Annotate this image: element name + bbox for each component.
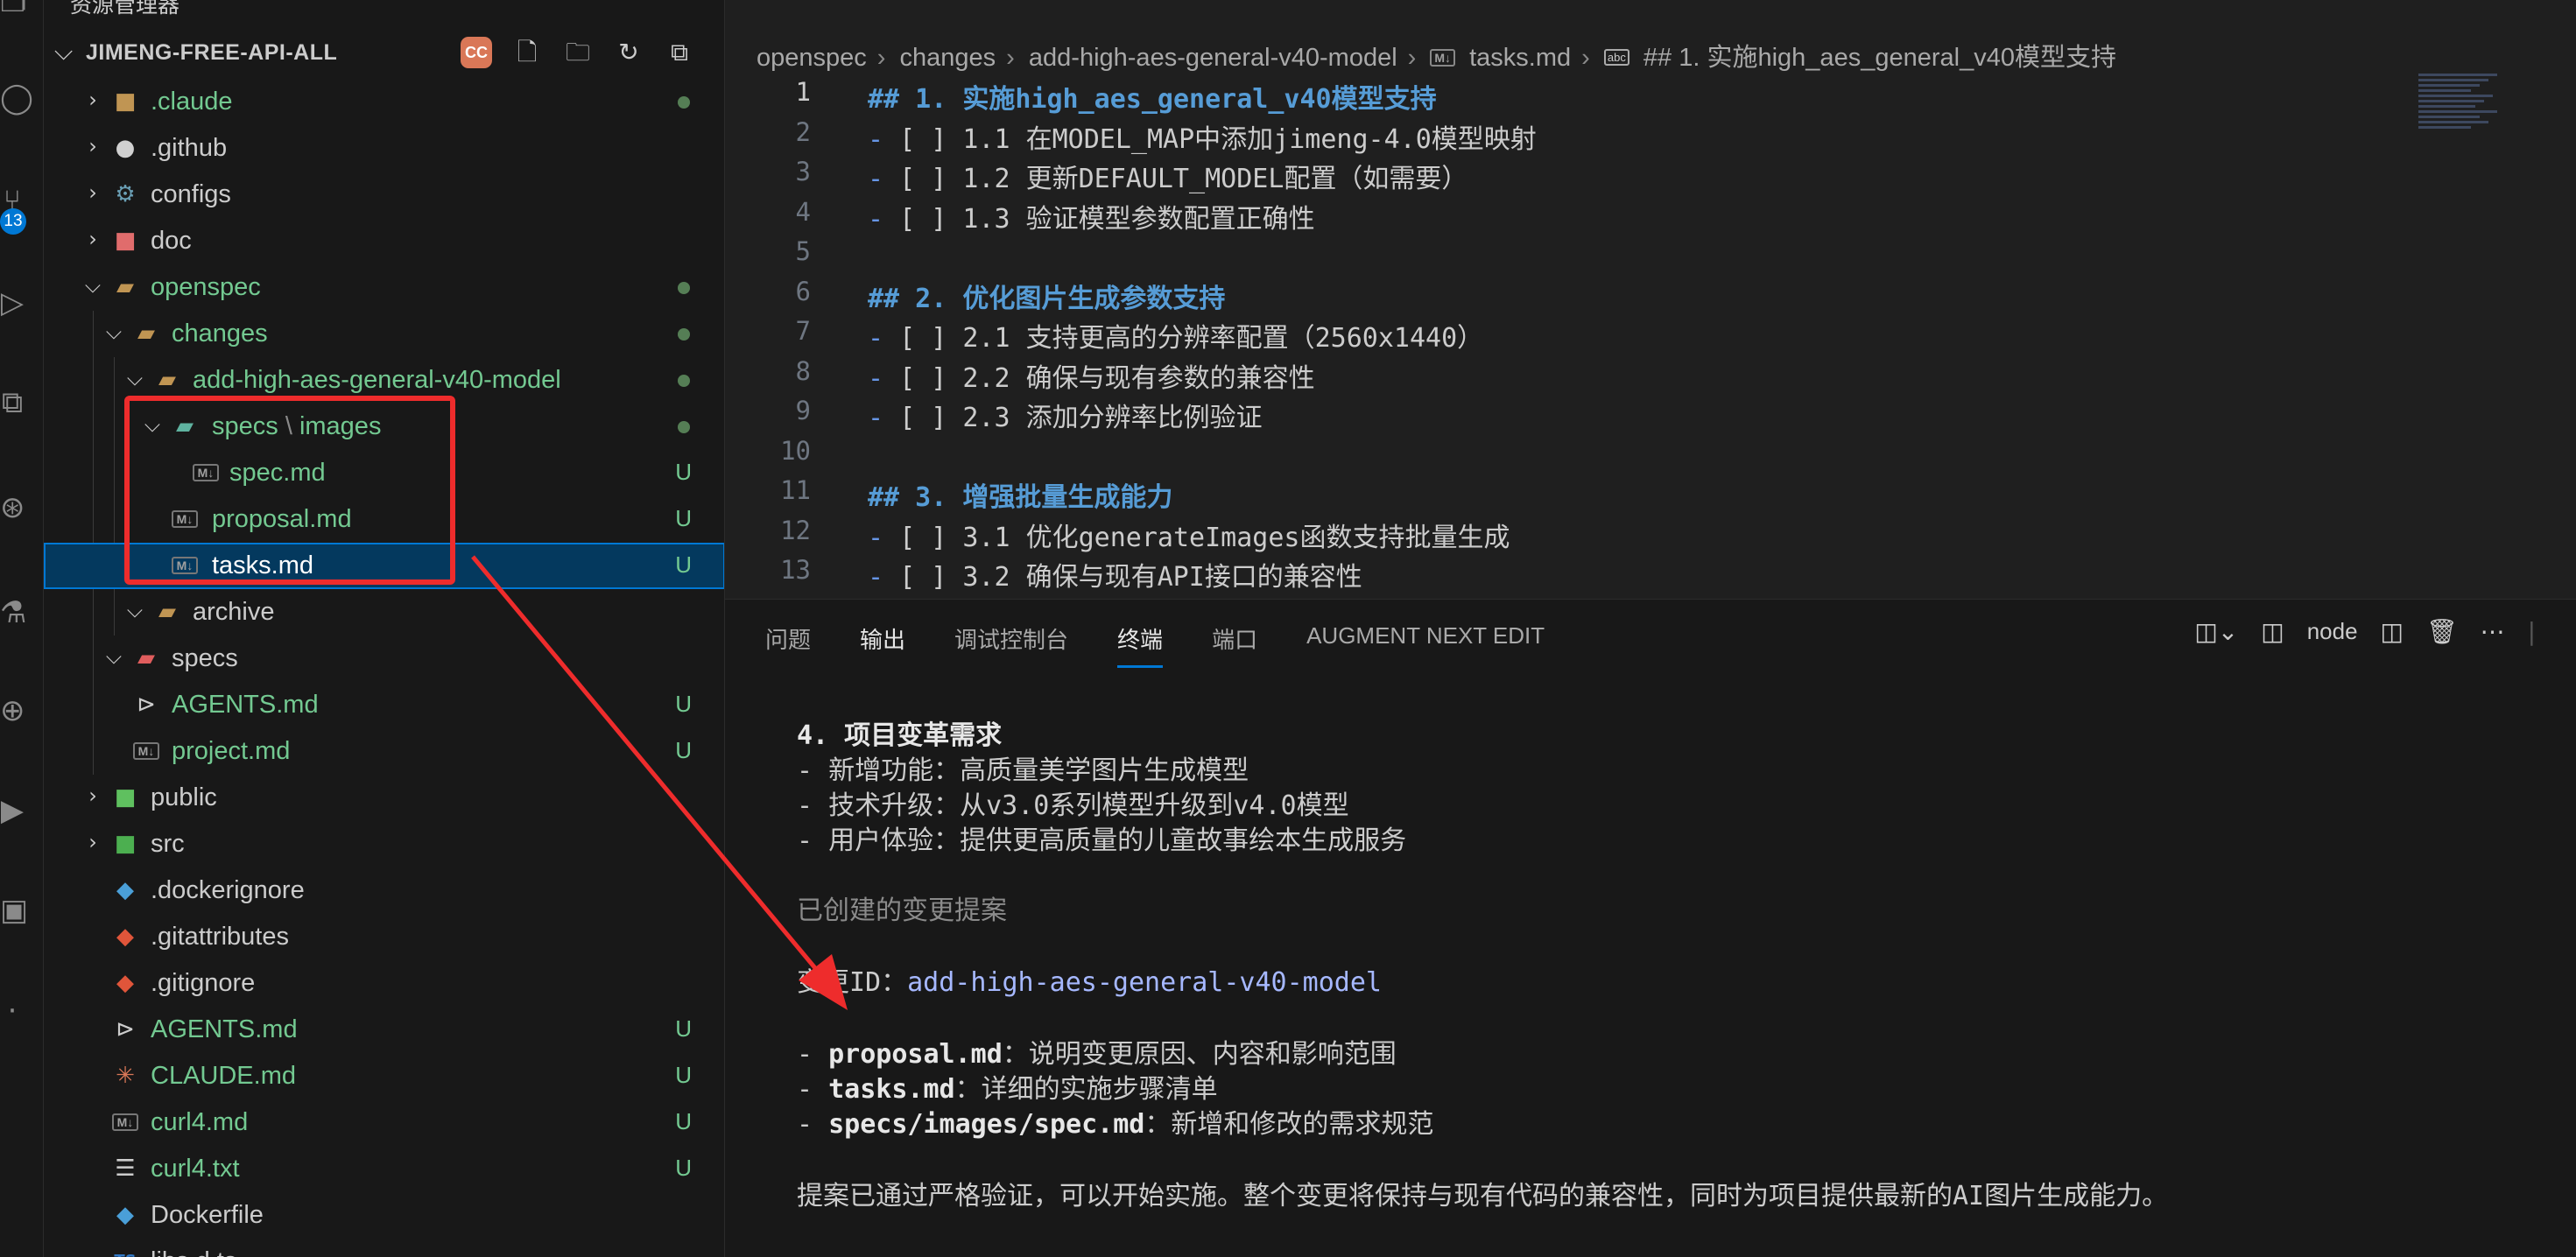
annotation-arrow [471, 555, 848, 1010]
